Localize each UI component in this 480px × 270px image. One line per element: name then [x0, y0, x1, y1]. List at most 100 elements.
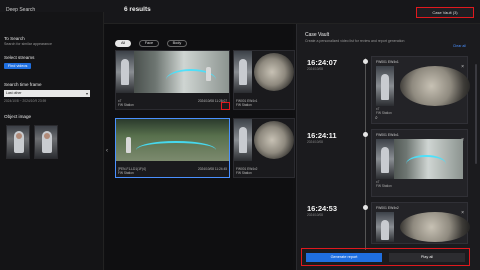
- vault-clip-camera: FW001 EW4v2: [376, 206, 399, 210]
- person-crop: [376, 66, 394, 106]
- vault-scrollbar[interactable]: [475, 64, 477, 164]
- result-meta: FW001 EW4v1 FW Station: [236, 99, 292, 107]
- fisheye-view: [400, 212, 470, 242]
- find-videos-button[interactable]: Find videos: [4, 63, 32, 69]
- results-panel: All Face Body x7 FW Station 2024/10/08 1…: [105, 24, 295, 270]
- filter-chip-face[interactable]: Face: [138, 40, 160, 47]
- person-crop: [234, 119, 252, 161]
- result-sub: FW Station: [118, 171, 134, 175]
- person-crop: [376, 212, 394, 242]
- results-count-title: 6 results: [124, 6, 151, 13]
- vault-subtitle: Create a personalized video list for rev…: [305, 39, 405, 43]
- to-search-subtitle: Search for similar appearance: [4, 42, 52, 46]
- time-frame-label: Search time frame: [4, 82, 42, 87]
- timeline-line: [365, 131, 366, 205]
- time-frame-value: Last other: [6, 91, 22, 95]
- fisheye-view: [400, 66, 470, 106]
- result-thumbnail: [234, 51, 294, 93]
- result-meta: x7 FW Station 2024/10/08 11:28:07: [118, 99, 227, 107]
- vault-item: 16:24:53 2024/10/08 FW001 EW4v2 ×: [301, 200, 470, 250]
- result-thumbnail: [234, 119, 294, 161]
- person-figure: [381, 74, 389, 100]
- vault-item-time: 16:24:07: [307, 58, 338, 67]
- person-figure: [381, 220, 389, 240]
- magnify-icon[interactable]: ⌕: [375, 115, 378, 121]
- object-image-label: Object image: [4, 114, 32, 119]
- vault-actions: Generate report Play all: [301, 248, 470, 266]
- play-all-button[interactable]: Play all: [389, 253, 465, 262]
- timeline-line: [365, 58, 366, 132]
- vault-clip-card[interactable]: FW001 EW4v2 ×: [371, 202, 470, 244]
- result-card[interactable]: x7 FW Station 2024/10/08 11:28:07: [115, 50, 230, 110]
- vault-clip-camera: FW001 EW4v1: [376, 133, 399, 137]
- person-crop: [234, 51, 252, 93]
- result-meta: FW001 EW4v2 FW Station: [236, 167, 292, 175]
- object-image-face[interactable]: [6, 125, 30, 159]
- person-figure: [239, 127, 247, 153]
- clear-all-link[interactable]: Clear all: [453, 44, 466, 48]
- person-face: [16, 133, 22, 139]
- vault-clip-thumbnail: [376, 212, 470, 242]
- time-frame-range: 2024/10/8 ~ 2024/10/9 23:59: [4, 99, 47, 103]
- vault-clip-card[interactable]: FW001 EW4v1 × x7 FW Station ⌕: [371, 56, 470, 124]
- result-time: 2024/10/08 11:24:45: [197, 167, 227, 171]
- chevron-down-icon: ▾: [85, 91, 88, 96]
- result-sub: FW Station: [118, 103, 134, 107]
- vault-clip-camera: FW001 EW4v1: [376, 60, 399, 64]
- generate-report-button[interactable]: Generate report: [306, 253, 382, 262]
- vault-clip-thumbnail: [376, 139, 463, 179]
- result-sub: FW Station: [236, 171, 252, 175]
- select-streams-label: Select streams: [4, 55, 35, 60]
- time-frame-section: Search time frame Last other ▾ 2024/10/8…: [4, 82, 90, 103]
- vault-item-time: 16:24:11: [307, 131, 337, 140]
- result-card[interactable]: FW001 EW4v1 FW Station: [233, 50, 295, 110]
- vault-item-time: 16:24:53: [307, 204, 338, 213]
- person-figure: [239, 59, 247, 85]
- vault-clip-meta: x7 FW Station: [376, 180, 392, 188]
- result-card[interactable]: FW001 EW4v2 FW Station: [233, 118, 295, 178]
- track-line: [406, 155, 446, 173]
- vault-item-date: 2024/10/08: [307, 67, 323, 71]
- vault-clip-card[interactable]: FW001 EW4v1 × x7 FW Station: [371, 129, 468, 197]
- filter-chip-all[interactable]: All: [115, 40, 132, 47]
- result-thumbnail: [116, 119, 229, 161]
- result-thumbnail: [116, 51, 229, 93]
- person-crop: [116, 51, 134, 93]
- result-card[interactable]: [PEN-F1-LD1(1F)4] FW Station 2024/10/08 …: [115, 118, 230, 178]
- to-search-section: To Search Search for similar appearance: [4, 36, 52, 46]
- vault-clip-meta: x7 FW Station: [376, 107, 392, 115]
- fisheye-view: [254, 121, 294, 159]
- sidebar: To Search Search for similar appearance …: [0, 12, 104, 270]
- person-figure: [121, 59, 129, 85]
- vault-item-date: 2024/10/08: [307, 213, 323, 217]
- vault-clip-thumbnail: [376, 66, 470, 106]
- result-meta: [PEN-F1-LD1(1F)4] FW Station 2024/10/08 …: [118, 167, 227, 175]
- highlight-box: [221, 102, 230, 110]
- person-crop: [376, 139, 394, 179]
- timeline-dot: [363, 59, 368, 64]
- track-line: [136, 141, 216, 159]
- vault-clip-meta2: FW Station: [376, 111, 392, 115]
- time-frame-select[interactable]: Last other ▾: [4, 90, 90, 97]
- person-face: [44, 133, 50, 139]
- chevron-left-icon[interactable]: ‹: [106, 148, 108, 154]
- object-image-section: Object image: [4, 114, 31, 119]
- fisheye-view: [254, 53, 294, 91]
- vault-title: Case Vault: [305, 32, 330, 38]
- timeline-line: [365, 204, 366, 250]
- timeline-dot: [363, 205, 368, 210]
- case-vault-button[interactable]: Case Vault (3): [416, 7, 474, 18]
- app-window: Deep Search 6 results Case Vault (3) To …: [0, 0, 480, 270]
- person-figure: [126, 137, 131, 153]
- vault-item: 16:24:11 2024/10/08 FW001 EW4v1 × x7 FW …: [301, 127, 468, 205]
- result-sub: FW Station: [236, 103, 252, 107]
- object-image-body[interactable]: [34, 125, 58, 159]
- filter-chip-body[interactable]: Body: [166, 40, 188, 47]
- timeline-dot: [363, 132, 368, 137]
- vault-item-date: 2024/10/08: [307, 140, 323, 144]
- vault-item: 16:24:07 2024/10/08 FW001 EW4v1 × x7 FW …: [301, 54, 470, 132]
- to-search-heading: To Search: [4, 36, 25, 41]
- person-figure: [381, 147, 389, 173]
- filter-chips: All Face Body: [115, 31, 190, 47]
- person-figure: [206, 67, 211, 81]
